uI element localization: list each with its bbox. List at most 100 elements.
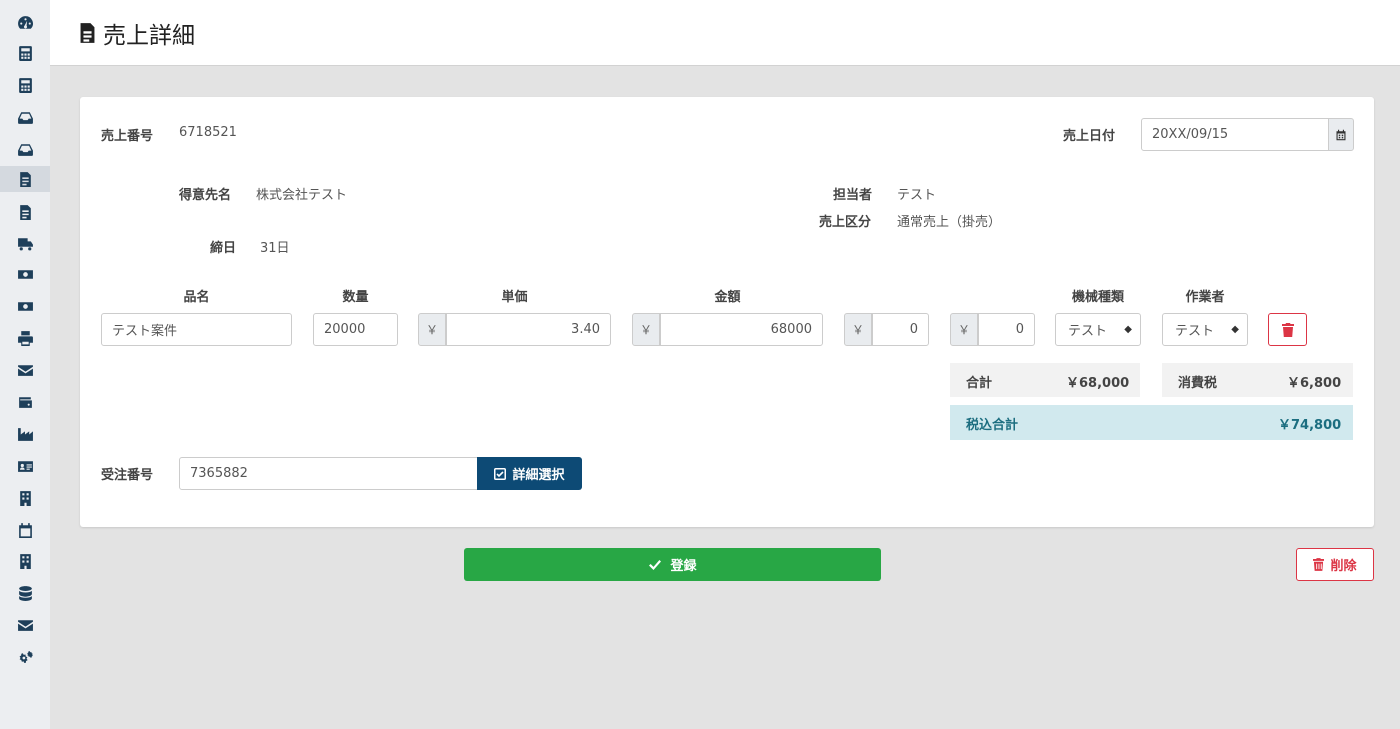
- order-no-label: 受注番号: [101, 468, 154, 483]
- unit-price-input[interactable]: 3.40: [446, 313, 611, 346]
- machine-type-select[interactable]: テスト ◆: [1055, 313, 1141, 346]
- industry-icon: [17, 427, 33, 441]
- extra1-input[interactable]: 0: [872, 313, 929, 346]
- truck-icon: [17, 237, 33, 250]
- sales-no-label: 売上番号: [101, 129, 154, 144]
- subtotal-label: 合計: [966, 376, 993, 391]
- col-header-item: 品名: [183, 290, 210, 305]
- sidebar-item-dashboard[interactable]: [9, 9, 41, 35]
- staff-value: テスト: [897, 188, 937, 203]
- order-no-value: 7365882: [190, 466, 248, 481]
- sidebar-item-wallet[interactable]: [9, 389, 41, 415]
- sales-date-label: 売上日付: [1063, 129, 1116, 144]
- sidebar: [0, 0, 50, 729]
- amount-input[interactable]: 68000: [660, 313, 823, 346]
- sidebar-item-building-2[interactable]: [9, 548, 41, 574]
- sidebar-item-calendar[interactable]: [9, 517, 41, 543]
- envelope-icon: [17, 364, 33, 376]
- sales-date-value: 20XX/09/15: [1152, 127, 1229, 142]
- submit-button[interactable]: 登録: [464, 548, 881, 581]
- cogs-icon: [19, 650, 33, 663]
- item-name-value: テスト案件: [112, 324, 178, 339]
- sort-caret-icon: ◆: [1231, 324, 1239, 335]
- sidebar-item-database[interactable]: [9, 580, 41, 606]
- delete-line-button[interactable]: [1268, 313, 1307, 346]
- col-header-qty: 数量: [342, 290, 369, 305]
- calculator-icon: [18, 77, 32, 93]
- col-header-machine-type: 機械種類: [1071, 290, 1124, 305]
- page-title: 売上詳細: [78, 16, 195, 50]
- worker-select[interactable]: テスト ◆: [1162, 313, 1248, 346]
- money-bill-icon: [17, 301, 33, 311]
- qty-input[interactable]: 20000: [313, 313, 398, 346]
- machine-type-value: テスト: [1068, 324, 1108, 339]
- tax-label: 消費税: [1178, 376, 1218, 391]
- tax-value: ￥6,800: [1287, 376, 1342, 391]
- sidebar-item-inbox-2[interactable]: [9, 136, 41, 162]
- sidebar-item-industry[interactable]: [9, 421, 41, 447]
- building-icon: [19, 553, 31, 569]
- file-invoice-icon: [19, 204, 31, 220]
- sidebar-item-payment-1[interactable]: [9, 261, 41, 287]
- sidebar-item-shipping[interactable]: [9, 230, 41, 256]
- sidebar-item-payment-2[interactable]: [9, 293, 41, 319]
- sidebar-item-building-1[interactable]: [9, 485, 41, 511]
- sidebar-item-sales-active[interactable]: [0, 166, 50, 192]
- building-icon: [19, 490, 31, 506]
- calculator-icon: [18, 45, 32, 61]
- grand-total-value: ￥74,800: [1278, 418, 1342, 433]
- page-title-text: 売上詳細: [103, 23, 195, 49]
- sidebar-item-calculator-2[interactable]: [9, 72, 41, 98]
- subtotal-value: ￥68,000: [1066, 376, 1130, 391]
- check-icon: [649, 559, 662, 570]
- sidebar-item-settings[interactable]: [9, 644, 41, 670]
- grand-total-label: 税込合計: [966, 418, 1019, 433]
- submit-label: 登録: [670, 559, 697, 574]
- sidebar-item-mail-1[interactable]: [9, 357, 41, 383]
- detail-select-button[interactable]: 詳細選択: [477, 457, 582, 490]
- extra2-input[interactable]: 0: [978, 313, 1035, 346]
- checkbox-icon: [494, 467, 507, 480]
- sidebar-item-id-card[interactable]: [9, 453, 41, 479]
- sidebar-item-inbox-1[interactable]: [9, 104, 41, 130]
- delete-button[interactable]: 削除: [1296, 548, 1374, 581]
- page-header: 売上詳細: [50, 0, 1400, 66]
- calendar-icon: [18, 522, 32, 538]
- sidebar-item-mail-2[interactable]: [9, 612, 41, 638]
- delete-label: 削除: [1330, 559, 1357, 574]
- sales-no-value: 6718521: [179, 125, 237, 140]
- amount-value: 68000: [770, 322, 812, 337]
- sidebar-item-print[interactable]: [9, 325, 41, 351]
- col-header-amount: 金額: [714, 290, 741, 305]
- worker-value: テスト: [1175, 324, 1215, 339]
- col-header-worker: 作業者: [1185, 290, 1225, 305]
- money-bill-icon: [17, 269, 33, 279]
- order-no-input[interactable]: 7365882: [179, 457, 478, 490]
- trash-icon: [1281, 322, 1294, 337]
- calendar-button[interactable]: [1328, 118, 1354, 151]
- database-icon: [18, 585, 32, 601]
- trash-icon: [1313, 558, 1325, 571]
- file-invoice-icon: [80, 23, 95, 43]
- extra1-currency: ￥: [844, 313, 872, 346]
- closing-value: 31日: [260, 241, 290, 256]
- calendar-icon: [1336, 129, 1346, 140]
- sales-date-input[interactable]: 20XX/09/15: [1141, 118, 1329, 151]
- unit-price-currency: ￥: [418, 313, 446, 346]
- sort-caret-icon: ◆: [1124, 324, 1132, 335]
- item-name-input[interactable]: テスト案件: [101, 313, 292, 346]
- detail-select-label: 詳細選択: [512, 468, 565, 483]
- qty-value: 20000: [324, 322, 366, 337]
- sidebar-item-calculator-1[interactable]: [9, 40, 41, 66]
- extra2-currency: ￥: [950, 313, 978, 346]
- inbox-icon: [17, 111, 33, 124]
- unit-price-value: 3.40: [571, 322, 600, 337]
- extra2-value: 0: [1015, 322, 1024, 337]
- id-card-icon: [17, 460, 33, 472]
- customer-value: 株式会社テスト: [256, 188, 348, 203]
- staff-label: 担当者: [833, 188, 873, 203]
- wallet-icon: [18, 396, 32, 408]
- tachometer-icon: [17, 15, 33, 29]
- closing-label: 締日: [210, 241, 237, 256]
- sidebar-item-sales[interactable]: [9, 199, 41, 225]
